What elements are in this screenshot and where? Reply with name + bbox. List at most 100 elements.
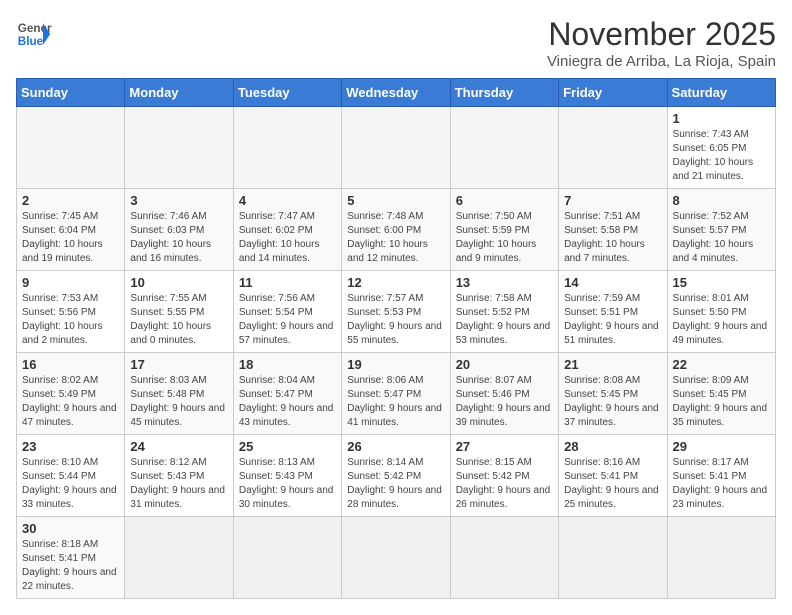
calendar-day-cell: 22Sunrise: 8:09 AM Sunset: 5:45 PM Dayli… xyxy=(667,353,775,435)
day-info: Sunrise: 7:55 AM Sunset: 5:55 PM Dayligh… xyxy=(130,292,227,348)
calendar-day-cell: 26Sunrise: 8:14 AM Sunset: 5:42 PM Dayli… xyxy=(342,435,450,517)
day-info: Sunrise: 8:18 AM Sunset: 5:41 PM Dayligh… xyxy=(22,538,119,594)
day-info: Sunrise: 8:04 AM Sunset: 5:47 PM Dayligh… xyxy=(239,374,336,430)
calendar-day-cell: 15Sunrise: 8:01 AM Sunset: 5:50 PM Dayli… xyxy=(667,271,775,353)
calendar-day-cell xyxy=(559,107,667,189)
day-number: 17 xyxy=(130,357,227,372)
day-number: 24 xyxy=(130,439,227,454)
calendar-day-cell: 20 Sunrise: 8:07 AM Sunset: 5:46 PM Dayli… xyxy=(450,353,558,435)
weekday-header-saturday: Saturday xyxy=(667,79,775,107)
day-info: Sunrise: 8:16 AM Sunset: 5:41 PM Dayligh… xyxy=(564,456,661,512)
page-header: General Blue November 2025 Viniegra de A… xyxy=(16,16,776,70)
calendar-day-cell: 2 Sunrise: 7:45 AM Sunset: 6:04 PM Daylig… xyxy=(17,189,125,271)
day-info: Sunrise: 7:45 AM Sunset: 6:04 PM Dayligh… xyxy=(22,210,119,266)
calendar-table: SundayMondayTuesdayWednesdayThursdayFrid… xyxy=(16,78,776,599)
day-info: Sunrise: 8:08 AM Sunset: 5:45 PM Dayligh… xyxy=(564,374,661,430)
day-number: 13 xyxy=(456,275,553,290)
location-subtitle: Viniegra de Arriba, La Rioja, Spain xyxy=(547,53,776,70)
day-number: 5 xyxy=(347,193,444,208)
day-number: 30 xyxy=(22,521,119,536)
day-info: Sunrise: 7:48 AM Sunset: 6:00 PM Dayligh… xyxy=(347,210,444,266)
calendar-day-cell xyxy=(450,517,558,599)
day-number: 1 xyxy=(673,111,770,126)
calendar-day-cell xyxy=(559,517,667,599)
calendar-day-cell: 8 Sunrise: 7:52 AM Sunset: 5:57 PM Daylig… xyxy=(667,189,775,271)
day-info: Sunrise: 7:53 AM Sunset: 5:56 PM Dayligh… xyxy=(22,292,119,348)
day-info: Sunrise: 8:10 AM Sunset: 5:44 PM Dayligh… xyxy=(22,456,119,512)
day-number: 10 xyxy=(130,275,227,290)
weekday-header-row: SundayMondayTuesdayWednesdayThursdayFrid… xyxy=(17,79,776,107)
calendar-day-cell: 11 Sunrise: 7:56 AM Sunset: 5:54 PM Dayli… xyxy=(233,271,341,353)
day-number: 8 xyxy=(673,193,770,208)
calendar-day-cell: 18 Sunrise: 8:04 AM Sunset: 5:47 PM Dayli… xyxy=(233,353,341,435)
day-number: 12 xyxy=(347,275,444,290)
calendar-day-cell: 28 Sunrise: 8:16 AM Sunset: 5:41 PM Dayli… xyxy=(559,435,667,517)
day-number: 19 xyxy=(347,357,444,372)
day-info: Sunrise: 7:52 AM Sunset: 5:57 PM Dayligh… xyxy=(673,210,770,266)
calendar-day-cell: 16Sunrise: 8:02 AM Sunset: 5:49 PM Dayli… xyxy=(17,353,125,435)
day-number: 25 xyxy=(239,439,336,454)
day-number: 2 xyxy=(22,193,119,208)
day-number: 9 xyxy=(22,275,119,290)
calendar-day-cell xyxy=(125,107,233,189)
day-info: Sunrise: 7:51 AM Sunset: 5:58 PM Dayligh… xyxy=(564,210,661,266)
calendar-day-cell: 23 Sunrise: 8:10 AM Sunset: 5:44 PM Dayli… xyxy=(17,435,125,517)
calendar-day-cell: 25 Sunrise: 8:13 AM Sunset: 5:43 PM Dayli… xyxy=(233,435,341,517)
day-number: 29 xyxy=(673,439,770,454)
calendar-day-cell xyxy=(17,107,125,189)
logo-icon: General Blue xyxy=(16,16,52,52)
day-info: Sunrise: 8:03 AM Sunset: 5:48 PM Dayligh… xyxy=(130,374,227,430)
calendar-day-cell: 5 Sunrise: 7:48 AM Sunset: 6:00 PM Daylig… xyxy=(342,189,450,271)
month-title: November 2025 xyxy=(547,16,776,53)
calendar-day-cell: 4Sunrise: 7:47 AM Sunset: 6:02 PM Daylig… xyxy=(233,189,341,271)
day-number: 6 xyxy=(456,193,553,208)
weekday-header-thursday: Thursday xyxy=(450,79,558,107)
calendar-day-cell: 14Sunrise: 7:59 AM Sunset: 5:51 PM Dayli… xyxy=(559,271,667,353)
calendar-day-cell: 27 Sunrise: 8:15 AM Sunset: 5:42 PM Dayli… xyxy=(450,435,558,517)
day-info: Sunrise: 7:43 AM Sunset: 6:05 PM Dayligh… xyxy=(673,128,770,184)
calendar-day-cell: 9 Sunrise: 7:53 AM Sunset: 5:56 PM Daylig… xyxy=(17,271,125,353)
calendar-day-cell xyxy=(450,107,558,189)
day-info: Sunrise: 7:59 AM Sunset: 5:51 PM Dayligh… xyxy=(564,292,661,348)
calendar-day-cell: 7Sunrise: 7:51 AM Sunset: 5:58 PM Daylig… xyxy=(559,189,667,271)
calendar-day-cell xyxy=(233,107,341,189)
day-number: 18 xyxy=(239,357,336,372)
calendar-day-cell: 6 Sunrise: 7:50 AM Sunset: 5:59 PM Daylig… xyxy=(450,189,558,271)
calendar-day-cell: 19 Sunrise: 8:06 AM Sunset: 5:47 PM Dayli… xyxy=(342,353,450,435)
calendar-day-cell xyxy=(342,107,450,189)
day-number: 22 xyxy=(673,357,770,372)
calendar-day-cell: 29Sunrise: 8:17 AM Sunset: 5:41 PM Dayli… xyxy=(667,435,775,517)
day-number: 4 xyxy=(239,193,336,208)
day-info: Sunrise: 8:07 AM Sunset: 5:46 PM Dayligh… xyxy=(456,374,553,430)
day-number: 23 xyxy=(22,439,119,454)
day-number: 3 xyxy=(130,193,227,208)
day-number: 28 xyxy=(564,439,661,454)
logo: General Blue xyxy=(16,16,52,52)
day-number: 27 xyxy=(456,439,553,454)
calendar-week-row: 9 Sunrise: 7:53 AM Sunset: 5:56 PM Daylig… xyxy=(17,271,776,353)
day-number: 11 xyxy=(239,275,336,290)
day-number: 26 xyxy=(347,439,444,454)
day-info: Sunrise: 7:50 AM Sunset: 5:59 PM Dayligh… xyxy=(456,210,553,266)
calendar-day-cell: 10 Sunrise: 7:55 AM Sunset: 5:55 PM Dayli… xyxy=(125,271,233,353)
weekday-header-wednesday: Wednesday xyxy=(342,79,450,107)
svg-text:Blue: Blue xyxy=(18,35,44,48)
calendar-day-cell xyxy=(125,517,233,599)
day-info: Sunrise: 7:56 AM Sunset: 5:54 PM Dayligh… xyxy=(239,292,336,348)
calendar-week-row: 2 Sunrise: 7:45 AM Sunset: 6:04 PM Daylig… xyxy=(17,189,776,271)
calendar-day-cell xyxy=(342,517,450,599)
day-info: Sunrise: 8:06 AM Sunset: 5:47 PM Dayligh… xyxy=(347,374,444,430)
calendar-day-cell: 12Sunrise: 7:57 AM Sunset: 5:53 PM Dayli… xyxy=(342,271,450,353)
day-info: Sunrise: 8:12 AM Sunset: 5:43 PM Dayligh… xyxy=(130,456,227,512)
day-info: Sunrise: 8:15 AM Sunset: 5:42 PM Dayligh… xyxy=(456,456,553,512)
day-info: Sunrise: 8:13 AM Sunset: 5:43 PM Dayligh… xyxy=(239,456,336,512)
calendar-day-cell: 3 Sunrise: 7:46 AM Sunset: 6:03 PM Daylig… xyxy=(125,189,233,271)
weekday-header-sunday: Sunday xyxy=(17,79,125,107)
calendar-week-row: 1 Sunrise: 7:43 AM Sunset: 6:05 PM Daylig… xyxy=(17,107,776,189)
weekday-header-monday: Monday xyxy=(125,79,233,107)
calendar-day-cell: 24 Sunrise: 8:12 AM Sunset: 5:43 PM Dayli… xyxy=(125,435,233,517)
day-info: Sunrise: 7:46 AM Sunset: 6:03 PM Dayligh… xyxy=(130,210,227,266)
calendar-day-cell: 30 Sunrise: 8:18 AM Sunset: 5:41 PM Dayli… xyxy=(17,517,125,599)
title-block: November 2025 Viniegra de Arriba, La Rio… xyxy=(547,16,776,70)
day-number: 20 xyxy=(456,357,553,372)
